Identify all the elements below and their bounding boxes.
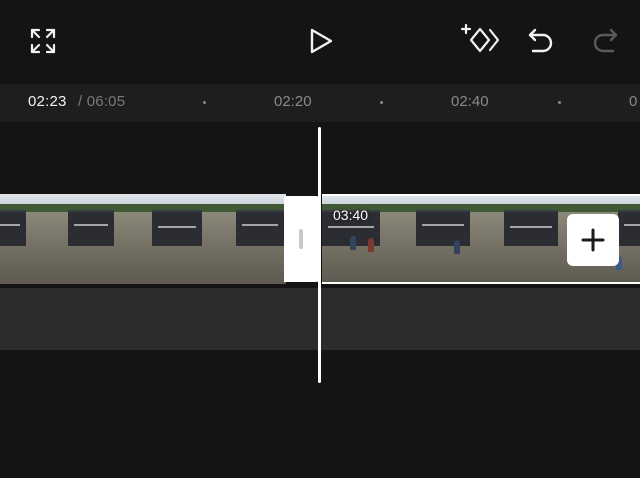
ruler-tick-label: 02:20 [274,93,312,110]
editor-toolbar [0,0,640,84]
ruler-tick-dot [203,101,206,104]
ruler-tick-label: 02:40 [451,93,489,110]
play-icon[interactable] [306,26,336,56]
add-clip-button[interactable] [567,214,619,266]
ruler-tick-label: 0 [629,93,638,110]
current-time: 02:23 [28,93,67,110]
video-clip[interactable] [0,194,286,284]
clip-thumbnail [382,194,470,284]
undo-icon[interactable] [526,26,556,56]
fullscreen-icon[interactable] [28,26,58,56]
total-duration: / 06:05 [78,93,126,110]
clip-thumbnail [114,194,202,284]
ruler-tick-dot [558,101,561,104]
clip-duration-label: 03:40 [333,207,369,223]
clip-thumbnail [0,194,26,284]
playhead[interactable] [318,127,321,383]
clip-thumbnail [26,194,114,284]
redo-icon[interactable] [590,26,620,56]
clip-thumbnail [202,194,286,284]
plus-icon [581,228,605,252]
trim-handle-grip [299,229,303,249]
clip-thumbnail [470,194,558,284]
ruler-tick-dot [380,101,383,104]
add-keyframe-icon[interactable] [460,22,500,58]
